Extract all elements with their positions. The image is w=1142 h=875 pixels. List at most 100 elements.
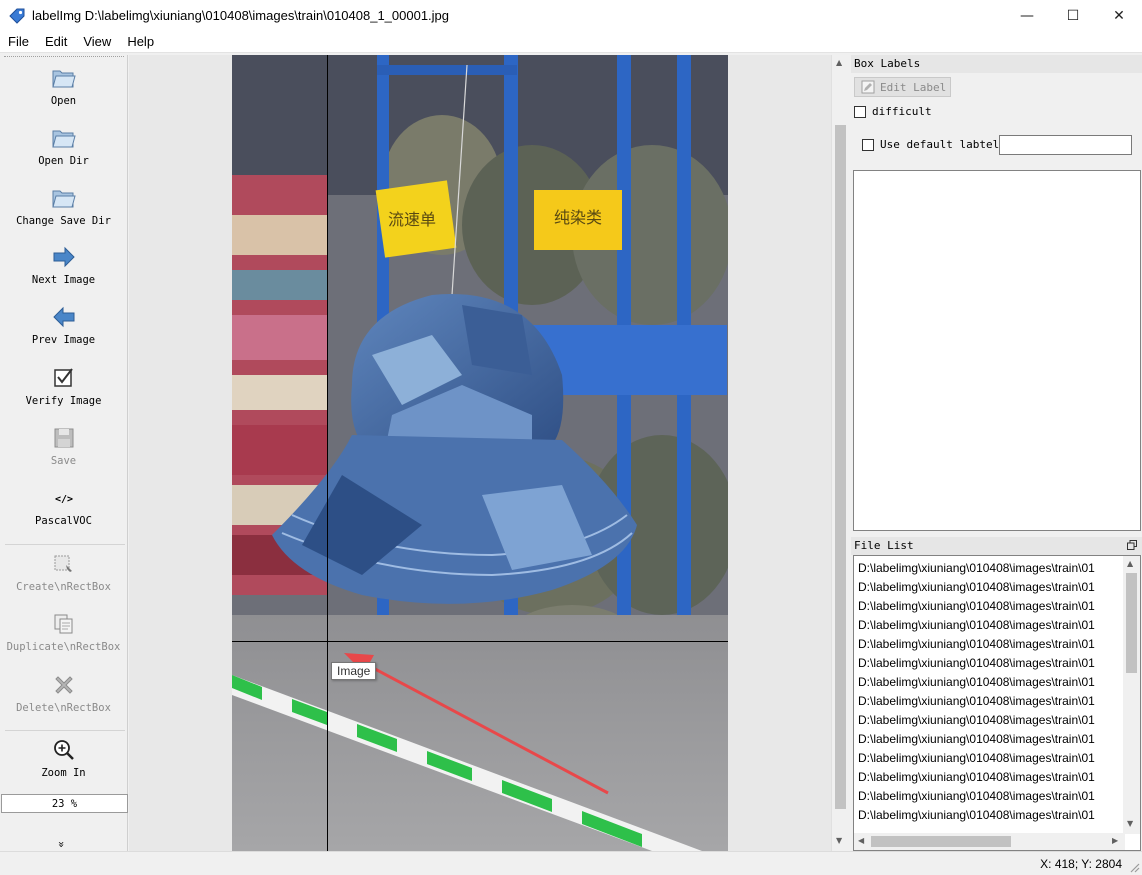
folder-icon bbox=[51, 190, 76, 208]
difficult-checkbox[interactable] bbox=[854, 105, 866, 118]
canvas-vertical-scrollbar[interactable]: ▲ ▼ bbox=[831, 55, 848, 851]
edit-label-button[interactable]: Edit Label bbox=[854, 77, 951, 97]
list-item[interactable]: D:\labelimg\xiuniang\010408\images\train… bbox=[858, 713, 1123, 727]
file-list[interactable]: D:\labelimg\xiuniang\010408\images\train… bbox=[853, 555, 1141, 851]
tag-icon bbox=[9, 8, 25, 24]
zoom-in-label: Zoom In bbox=[41, 767, 86, 779]
arrow-left-icon bbox=[52, 306, 74, 328]
crosshair-horizontal bbox=[232, 641, 728, 642]
zoom-spinbox[interactable]: 23 % bbox=[1, 794, 128, 813]
toolbar-separator bbox=[5, 544, 125, 545]
format-button[interactable]: </> PascalVOC bbox=[0, 485, 127, 527]
menu-view[interactable]: View bbox=[75, 31, 119, 53]
list-item[interactable]: D:\labelimg\xiuniang\010408\images\train… bbox=[858, 770, 1123, 784]
tooltip: Image bbox=[331, 662, 377, 680]
list-item[interactable]: D:\labelimg\xiuniang\010408\images\train… bbox=[858, 732, 1123, 746]
save-label: Save bbox=[50, 455, 77, 467]
open-dir-label: Open Dir bbox=[38, 155, 89, 167]
label-list[interactable] bbox=[853, 170, 1141, 531]
delete-rectbox-label: Delete\nRectBox bbox=[16, 702, 111, 714]
next-image-label: Next Image bbox=[31, 274, 96, 286]
create-rectbox-label: Create\nRectBox bbox=[16, 581, 111, 593]
folder-icon bbox=[51, 70, 76, 88]
tag-label-1: 流速单 bbox=[388, 210, 436, 229]
list-item[interactable]: D:\labelimg\xiuniang\010408\images\train… bbox=[858, 561, 1123, 575]
title-bar: labelImg D:\labelimg\xiuniang\010408\ima… bbox=[0, 0, 1142, 31]
toolbar-extension-icon[interactable]: » bbox=[55, 841, 68, 848]
menu-file[interactable]: File bbox=[0, 31, 37, 53]
floppy-disk-icon bbox=[54, 428, 73, 448]
copy-icon bbox=[54, 614, 72, 634]
scroll-left-icon[interactable]: ◀ bbox=[858, 836, 864, 845]
prev-image-button[interactable]: Prev Image bbox=[0, 304, 127, 346]
folder-icon bbox=[51, 130, 76, 148]
scrollbar-thumb[interactable] bbox=[835, 125, 846, 809]
list-item[interactable]: D:\labelimg\xiuniang\010408\images\train… bbox=[858, 580, 1123, 594]
prev-image-label: Prev Image bbox=[31, 334, 96, 346]
scrollbar-thumb[interactable] bbox=[1126, 573, 1137, 673]
file-list-vertical-scrollbar[interactable]: ▲ ▼ bbox=[1123, 556, 1140, 834]
menu-bar: File Edit View Help bbox=[0, 31, 1142, 53]
close-button[interactable]: ✕ bbox=[1096, 0, 1142, 31]
window-title: labelImg D:\labelimg\xiuniang\010408\ima… bbox=[32, 8, 450, 23]
list-item[interactable]: D:\labelimg\xiuniang\010408\images\train… bbox=[858, 789, 1123, 803]
create-rectbox-button[interactable]: Create\nRectBox bbox=[0, 551, 127, 593]
save-button[interactable]: Save bbox=[0, 425, 127, 467]
duplicate-rectbox-button[interactable]: Duplicate\nRectBox bbox=[0, 611, 127, 653]
list-item[interactable]: D:\labelimg\xiuniang\010408\images\train… bbox=[858, 675, 1123, 689]
tag-label-2: 纯染类 bbox=[554, 208, 602, 227]
verify-image-button[interactable]: Verify Image bbox=[0, 365, 127, 407]
list-item[interactable]: D:\labelimg\xiuniang\010408\images\train… bbox=[858, 637, 1123, 651]
menu-help[interactable]: Help bbox=[119, 31, 162, 53]
open-label: Open bbox=[50, 95, 77, 107]
delete-x-icon bbox=[54, 676, 73, 694]
scroll-up-icon[interactable]: ▲ bbox=[1127, 559, 1133, 568]
image-photo: 流速单 纯染类 bbox=[232, 55, 728, 851]
difficult-label: difficult bbox=[872, 105, 932, 118]
menu-edit[interactable]: Edit bbox=[37, 31, 75, 53]
zoom-in-button[interactable]: Zoom In bbox=[0, 737, 127, 779]
next-image-button[interactable]: Next Image bbox=[0, 244, 127, 286]
delete-rectbox-button[interactable]: Delete\nRectBox bbox=[0, 672, 127, 714]
float-window-icon[interactable] bbox=[1127, 540, 1137, 550]
open-dir-button[interactable]: Open Dir bbox=[0, 125, 127, 167]
svg-text:</>: </> bbox=[54, 494, 72, 505]
warehouse-photo-illustration: 流速单 纯染类 bbox=[232, 55, 728, 851]
verify-image-label: Verify Image bbox=[25, 395, 102, 407]
toolbar-grip[interactable] bbox=[4, 56, 124, 59]
scrollbar-thumb[interactable] bbox=[871, 836, 1011, 847]
difficult-checkbox-row[interactable]: difficult bbox=[854, 105, 932, 118]
image-canvas[interactable]: 流速单 纯染类 Image bbox=[129, 55, 831, 851]
edit-pen-icon bbox=[861, 80, 875, 94]
use-default-checkbox-row[interactable]: Use default labtel bbox=[862, 138, 999, 151]
crosshair-vertical bbox=[327, 55, 328, 851]
left-toolbar: Open Open Dir Change Save Dir Next Image… bbox=[0, 55, 128, 851]
resize-grip-icon[interactable] bbox=[1128, 861, 1140, 873]
list-item[interactable]: D:\labelimg\xiuniang\010408\images\train… bbox=[858, 808, 1123, 822]
scroll-up-icon[interactable]: ▲ bbox=[836, 58, 842, 67]
zoom-in-icon bbox=[53, 740, 74, 760]
change-save-dir-label: Change Save Dir bbox=[16, 215, 111, 227]
box-labels-title: Box Labels bbox=[851, 55, 1142, 73]
right-dock-panel: Box Labels Edit Label difficult Use defa… bbox=[851, 55, 1142, 851]
minimize-button[interactable]: — bbox=[1004, 0, 1050, 31]
file-list-title-bar: File List bbox=[851, 537, 1142, 555]
list-item[interactable]: D:\labelimg\xiuniang\010408\images\train… bbox=[858, 656, 1123, 670]
scroll-down-icon[interactable]: ▼ bbox=[1127, 819, 1133, 828]
list-item[interactable]: D:\labelimg\xiuniang\010408\images\train… bbox=[858, 751, 1123, 765]
list-item[interactable]: D:\labelimg\xiuniang\010408\images\train… bbox=[858, 694, 1123, 708]
code-icon: </> bbox=[54, 494, 72, 505]
list-item[interactable]: D:\labelimg\xiuniang\010408\images\train… bbox=[858, 618, 1123, 632]
toolbar-separator bbox=[5, 730, 125, 731]
change-save-dir-button[interactable]: Change Save Dir bbox=[0, 185, 127, 227]
default-label-input[interactable] bbox=[999, 135, 1132, 155]
create-rect-icon bbox=[54, 555, 72, 572]
maximize-button[interactable]: ☐ bbox=[1050, 0, 1096, 31]
use-default-checkbox[interactable] bbox=[862, 138, 874, 151]
cursor-coordinates: X: 418; Y: 2804 bbox=[1040, 857, 1122, 871]
scroll-right-icon[interactable]: ▶ bbox=[1112, 836, 1118, 845]
file-list-horizontal-scrollbar[interactable]: ◀ ▶ bbox=[854, 833, 1125, 850]
open-button[interactable]: Open bbox=[0, 65, 127, 107]
scroll-down-icon[interactable]: ▼ bbox=[836, 836, 842, 845]
list-item[interactable]: D:\labelimg\xiuniang\010408\images\train… bbox=[858, 599, 1123, 613]
